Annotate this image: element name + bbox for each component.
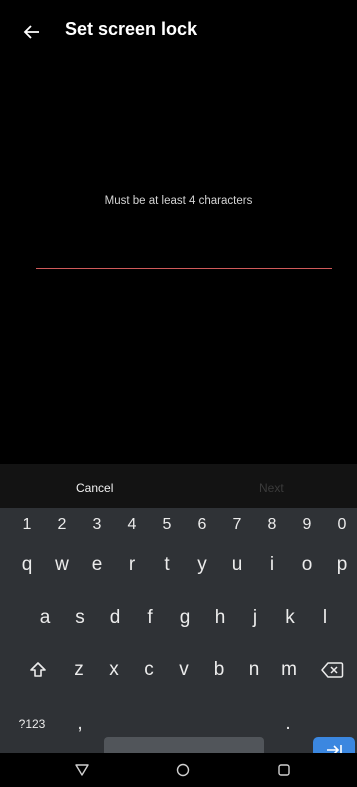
- backspace-key[interactable]: [314, 648, 350, 692]
- page-title: Set screen lock: [65, 19, 198, 39]
- key-s[interactable]: s: [65, 596, 95, 640]
- key-i[interactable]: i: [257, 543, 287, 587]
- key-t[interactable]: t: [152, 543, 182, 587]
- circle-home-icon: [176, 763, 190, 777]
- key-h[interactable]: h: [205, 596, 235, 640]
- key-4[interactable]: 4: [117, 508, 147, 542]
- key-3[interactable]: 3: [82, 508, 112, 542]
- key-p[interactable]: p: [327, 543, 357, 587]
- square-recents-icon: [278, 764, 290, 776]
- key-x[interactable]: x: [99, 648, 129, 692]
- key-7[interactable]: 7: [222, 508, 252, 542]
- key-r[interactable]: r: [117, 543, 147, 587]
- nav-home-button[interactable]: [165, 753, 201, 787]
- key-u[interactable]: u: [222, 543, 252, 587]
- key-c[interactable]: c: [134, 648, 164, 692]
- backspace-icon: [321, 662, 344, 678]
- nav-recents-button[interactable]: [266, 753, 302, 787]
- key-5[interactable]: 5: [152, 508, 182, 542]
- key-6[interactable]: 6: [187, 508, 217, 542]
- key-v[interactable]: v: [169, 648, 199, 692]
- password-input[interactable]: [36, 252, 332, 269]
- key-1[interactable]: 1: [12, 508, 42, 542]
- key-2[interactable]: 2: [47, 508, 77, 542]
- key-d[interactable]: d: [100, 596, 130, 640]
- key-q[interactable]: q: [12, 543, 42, 587]
- key-m[interactable]: m: [274, 648, 304, 692]
- key-w[interactable]: w: [47, 543, 77, 587]
- key-z[interactable]: z: [64, 648, 94, 692]
- key-b[interactable]: b: [204, 648, 234, 692]
- shift-icon: [30, 662, 46, 677]
- key-0[interactable]: 0: [327, 508, 357, 542]
- key-o[interactable]: o: [292, 543, 322, 587]
- key-e[interactable]: e: [82, 543, 112, 587]
- cancel-button[interactable]: Cancel: [76, 481, 113, 495]
- shift-key[interactable]: [20, 648, 56, 692]
- next-button[interactable]: Next: [259, 481, 284, 495]
- key-f[interactable]: f: [135, 596, 165, 640]
- key-j[interactable]: j: [240, 596, 270, 640]
- key-y[interactable]: y: [187, 543, 217, 587]
- action-bar: [0, 464, 357, 508]
- symbols-key[interactable]: ?123: [8, 702, 56, 746]
- key-l[interactable]: l: [310, 596, 340, 640]
- key-8[interactable]: 8: [257, 508, 287, 542]
- key-k[interactable]: k: [275, 596, 305, 640]
- password-hint: Must be at least 4 characters: [104, 195, 253, 207]
- keyboard: 1 2 3 4 5 6 7 8 9 0 q w e r t y u i o p …: [0, 508, 357, 763]
- key-n[interactable]: n: [239, 648, 269, 692]
- comma-key[interactable]: ,: [66, 702, 94, 746]
- back-button[interactable]: [14, 14, 50, 50]
- key-g[interactable]: g: [170, 596, 200, 640]
- key-a[interactable]: a: [30, 596, 60, 640]
- period-key[interactable]: .: [274, 702, 302, 746]
- key-9[interactable]: 9: [292, 508, 322, 542]
- triangle-back-icon: [75, 764, 89, 776]
- arrow-left-icon: [23, 25, 39, 39]
- app-bar: Set screen lock: [0, 0, 357, 62]
- nav-back-button[interactable]: [64, 753, 100, 787]
